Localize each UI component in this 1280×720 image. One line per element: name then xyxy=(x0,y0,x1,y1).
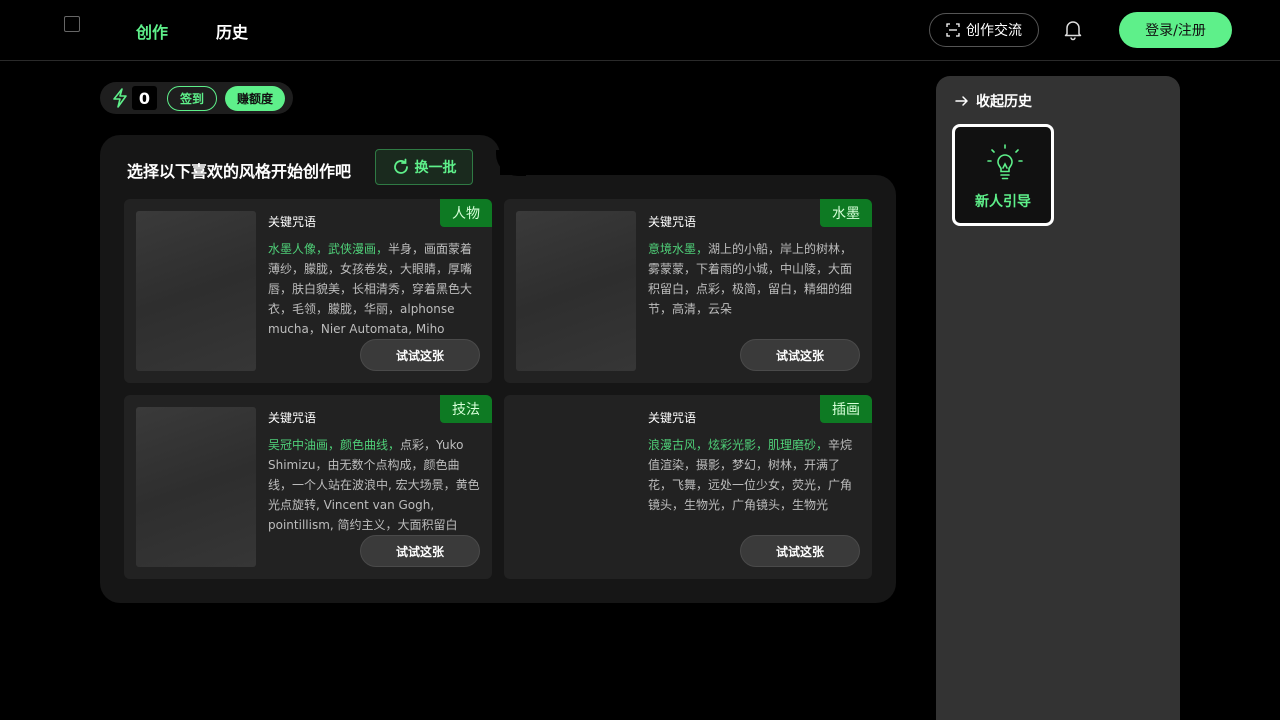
style-card[interactable]: 插画 关键咒语 浪漫古风，炫彩光影，肌理磨砂，辛烷值渲染，摄影，梦幻，树林，开满… xyxy=(504,395,872,579)
prompt-label: 关键咒语 xyxy=(648,411,697,425)
prompt-body: 点彩，Yuko Shimizu，由无数个点构成，颜色曲线，一个人站在波浪中, 宏… xyxy=(268,438,480,532)
refresh-icon xyxy=(393,158,408,174)
styles-panel-title: 选择以下喜欢的风格开始创作吧 xyxy=(127,162,352,181)
prompt-label: 关键咒语 xyxy=(648,215,697,229)
lightning-icon xyxy=(113,88,127,108)
credit-balance: 0 xyxy=(132,86,157,110)
login-register-button[interactable]: 登录/注册 xyxy=(1119,12,1232,48)
style-tag: 插画 xyxy=(820,395,872,423)
earn-credits-button[interactable]: 赚额度 xyxy=(225,86,285,111)
prompt-label: 关键咒语 xyxy=(268,215,317,229)
style-card[interactable]: 技法 关键咒语 吴冠中油画，颜色曲线，点彩，Yuko Shimizu，由无数个点… xyxy=(124,395,492,579)
prompt-text: 意境水墨，湖上的小船，岸上的树林，雾蒙蒙，下着雨的小城，中山陵，大面积留白，点彩… xyxy=(648,239,860,339)
prompt-label: 关键咒语 xyxy=(268,411,317,425)
bell-icon[interactable] xyxy=(1061,17,1085,41)
prompt-text: 吴冠中油画，颜色曲线，点彩，Yuko Shimizu，由无数个点构成，颜色曲线，… xyxy=(268,435,480,535)
refresh-batch-label: 换一批 xyxy=(414,160,457,176)
top-header: 创作 历史 创作交流 登录/注册 xyxy=(0,0,1280,61)
prompt-highlight: 吴冠中油画，颜色曲线， xyxy=(268,438,401,452)
style-tag: 水墨 xyxy=(820,199,872,227)
newcomer-guide-label: 新人引导 xyxy=(975,194,1031,210)
collapse-history-button[interactable]: 收起历史 xyxy=(954,91,1032,111)
style-card[interactable]: 水墨 关键咒语 意境水墨，湖上的小船，岸上的树林，雾蒙蒙，下着雨的小城，中山陵，… xyxy=(504,199,872,383)
creation-exchange-label: 创作交流 xyxy=(966,23,1022,39)
prompt-text: 浪漫古风，炫彩光影，肌理磨砂，辛烷值渲染，摄影，梦幻，树林，开满了花，飞舞，远处… xyxy=(648,435,860,535)
scan-icon xyxy=(946,23,960,37)
prompt-highlight: 意境水墨， xyxy=(648,242,709,256)
nav-tab-history[interactable]: 历史 xyxy=(216,19,248,43)
try-this-button[interactable]: 试试这张 xyxy=(740,339,860,371)
style-card[interactable]: 人物 关键咒语 水墨人像，武侠漫画，半身，画面蒙着薄纱，朦胧，女孩卷发，大眼睛，… xyxy=(124,199,492,383)
arrow-right-icon xyxy=(955,96,968,106)
style-preview-image[interactable] xyxy=(136,211,256,371)
style-tag: 人物 xyxy=(440,199,492,227)
prompt-highlight: 水墨人像，武侠漫画， xyxy=(268,242,389,256)
lightbulb-icon xyxy=(987,144,1023,180)
try-this-button[interactable]: 试试这张 xyxy=(740,535,860,567)
prompt-body: 半身，画面蒙着薄纱，朦胧，女孩卷发，大眼睛，厚嘴唇，肤白貌美，长相清秀，穿着黑色… xyxy=(268,242,473,336)
newcomer-guide-card[interactable]: 新人引导 xyxy=(952,124,1054,226)
style-tag: 技法 xyxy=(440,395,492,423)
collapse-history-label: 收起历史 xyxy=(976,94,1032,110)
style-preview-image[interactable] xyxy=(136,407,256,567)
refresh-batch-button[interactable]: 换一批 xyxy=(375,149,473,185)
try-this-button[interactable]: 试试这张 xyxy=(360,339,480,371)
style-preview-image[interactable] xyxy=(516,211,636,371)
prompt-highlight: 浪漫古风，炫彩光影，肌理磨砂， xyxy=(648,438,829,452)
panel-notch xyxy=(496,150,526,176)
prompt-text: 水墨人像，武侠漫画，半身，画面蒙着薄纱，朦胧，女孩卷发，大眼睛，厚嘴唇，肤白貌美… xyxy=(268,239,480,339)
logo-broken-image-icon[interactable] xyxy=(64,16,80,32)
nav-tab-create[interactable]: 创作 xyxy=(136,19,168,43)
try-this-button[interactable]: 试试这张 xyxy=(360,535,480,567)
creation-exchange-button[interactable]: 创作交流 xyxy=(929,13,1039,47)
sign-in-button[interactable]: 签到 xyxy=(167,86,217,111)
